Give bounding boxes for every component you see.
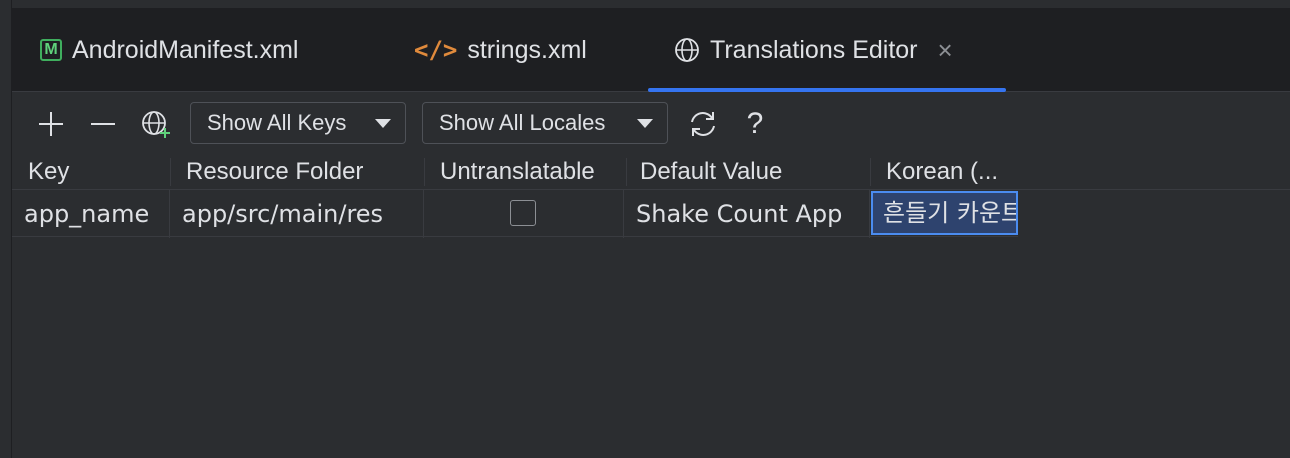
untranslatable-checkbox[interactable] bbox=[510, 200, 536, 226]
tab-label: Translations Editor bbox=[710, 35, 918, 64]
column-divider[interactable] bbox=[626, 158, 627, 186]
column-header-untranslatable[interactable]: Untranslatable bbox=[440, 156, 626, 188]
cell-divider bbox=[423, 190, 424, 238]
left-gutter bbox=[0, 0, 12, 458]
column-header-default-value[interactable]: Default Value bbox=[640, 156, 870, 188]
chevron-down-icon bbox=[637, 118, 653, 128]
tab-translations-editor[interactable]: Translations Editor × bbox=[648, 9, 1006, 92]
table-header: Key Resource Folder Untranslatable Defau… bbox=[12, 156, 1290, 188]
cell-divider bbox=[169, 190, 170, 238]
keys-filter-dropdown[interactable]: Show All Keys bbox=[190, 102, 406, 144]
refresh-icon bbox=[691, 112, 715, 136]
manifest-file-icon: M bbox=[40, 39, 62, 61]
column-divider[interactable] bbox=[870, 158, 871, 186]
add-key-button[interactable] bbox=[34, 104, 68, 144]
add-locale-button[interactable] bbox=[138, 104, 174, 144]
xml-code-icon: </> bbox=[414, 36, 458, 64]
column-header-resource-folder[interactable]: Resource Folder bbox=[186, 156, 424, 188]
column-header-korean[interactable]: Korean (... bbox=[886, 156, 1020, 188]
tab-label: AndroidManifest.xml bbox=[72, 35, 299, 64]
locales-filter-dropdown[interactable]: Show All Locales bbox=[422, 102, 668, 144]
tab-strings-xml[interactable]: </> strings.xml bbox=[414, 9, 587, 91]
chevron-down-icon bbox=[375, 118, 391, 128]
table-row[interactable]: app_name app/src/main/res Shake Count Ap… bbox=[12, 189, 1290, 238]
keys-filter-value: Show All Keys bbox=[207, 110, 347, 135]
cell-divider bbox=[869, 190, 870, 238]
editor-tab-bar: M AndroidManifest.xml </> strings.xml Tr… bbox=[12, 9, 1290, 92]
cell-default-value[interactable]: Shake Count App bbox=[636, 190, 868, 238]
cell-korean-selected[interactable]: 흔들기 카운트 bbox=[871, 191, 1018, 235]
help-button[interactable]: ? bbox=[740, 104, 770, 144]
translations-toolbar: Show All Keys Show All Locales ? bbox=[12, 92, 1290, 156]
column-divider[interactable] bbox=[170, 158, 171, 186]
tab-android-manifest[interactable]: M AndroidManifest.xml bbox=[40, 9, 298, 91]
plus-icon bbox=[39, 112, 63, 136]
reload-button[interactable] bbox=[684, 104, 722, 144]
minus-icon bbox=[91, 123, 115, 125]
locales-filter-value: Show All Locales bbox=[439, 110, 606, 135]
remove-key-button[interactable] bbox=[86, 104, 120, 144]
tab-label: strings.xml bbox=[467, 35, 587, 64]
cell-resource-folder[interactable]: app/src/main/res bbox=[182, 190, 422, 238]
globe-icon bbox=[675, 38, 699, 62]
row-divider bbox=[12, 236, 1018, 237]
globe-add-icon bbox=[142, 111, 170, 138]
cell-key[interactable]: app_name bbox=[24, 190, 168, 238]
column-header-key[interactable]: Key bbox=[28, 156, 168, 188]
top-edge bbox=[12, 0, 1290, 9]
cell-divider bbox=[623, 190, 624, 238]
close-tab-icon[interactable]: × bbox=[938, 35, 953, 66]
column-divider[interactable] bbox=[424, 158, 425, 186]
